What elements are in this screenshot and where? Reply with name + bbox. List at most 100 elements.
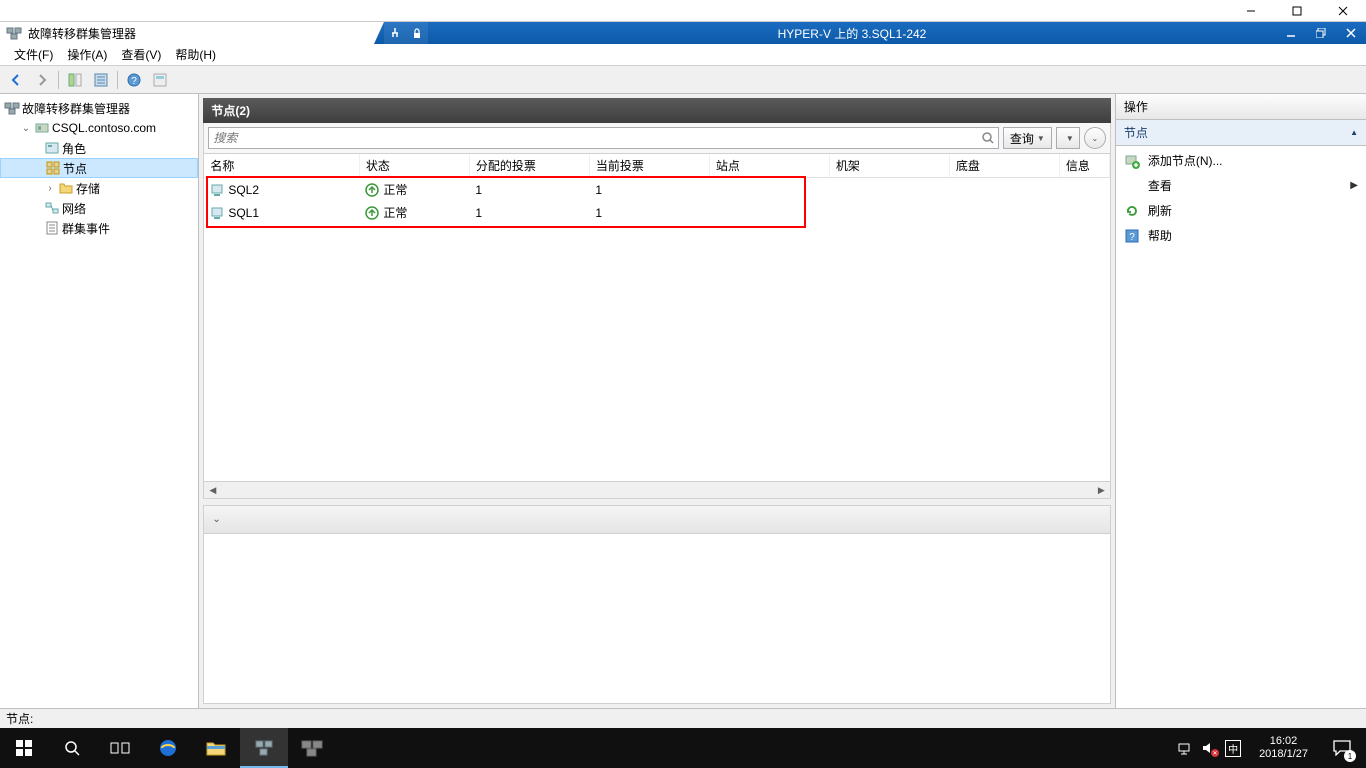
add-node-icon <box>1124 153 1140 169</box>
menu-file[interactable]: 文件(F) <box>8 44 59 65</box>
tree-cluster[interactable]: ⌄ CSQL.contoso.com <box>0 118 198 138</box>
table-row[interactable]: SQL2正常11 <box>204 178 1109 202</box>
query-button[interactable]: 查询▼ <box>1003 127 1052 149</box>
action-help-label: 帮助 <box>1148 227 1172 244</box>
col-current[interactable]: 当前投票 <box>589 154 709 178</box>
properties-button[interactable] <box>89 69 113 91</box>
tree-network-label: 网络 <box>62 200 86 217</box>
col-name[interactable]: 名称 <box>204 154 359 178</box>
nodes-table-wrap: 名称 状态 分配的投票 当前投票 站点 机架 底盘 信息 SQL2正常11SQL… <box>203 154 1111 499</box>
expand-icon[interactable]: › <box>44 183 56 194</box>
col-status[interactable]: 状态 <box>359 154 469 178</box>
col-assigned[interactable]: 分配的投票 <box>469 154 589 178</box>
details-header[interactable]: ⌄ <box>204 506 1110 534</box>
table-header-row: 名称 状态 分配的投票 当前投票 站点 机架 底盘 信息 <box>204 154 1109 178</box>
action-add-node-label: 添加节点(N)... <box>1148 152 1223 169</box>
parent-minimize-button[interactable] <box>1228 0 1274 22</box>
vm-title: HYPER-V 上的 3.SQL1-242 <box>428 25 1276 42</box>
menu-view[interactable]: 查看(V) <box>115 44 167 65</box>
clock-time: 16:02 <box>1259 735 1308 748</box>
taskbar-explorer[interactable] <box>192 728 240 768</box>
status-text: 正常 <box>383 181 407 198</box>
taskbar-clock[interactable]: 16:02 2018/1/27 <box>1249 735 1318 761</box>
lock-icon[interactable] <box>406 22 428 44</box>
help-button[interactable]: ? <box>122 69 146 91</box>
pin-icon[interactable] <box>384 22 406 44</box>
nav-back-button[interactable] <box>4 69 28 91</box>
parent-maximize-button[interactable] <box>1274 0 1320 22</box>
tree-root-label: 故障转移群集管理器 <box>22 100 130 117</box>
taskbar-ie[interactable] <box>144 728 192 768</box>
status-up-icon <box>365 183 379 197</box>
taskbar-server-manager[interactable] <box>288 728 336 768</box>
actions-pane: 操作 节点 ▲ 添加节点(N)... 查看 ▶ 刷新 ? 帮助 <box>1115 94 1366 708</box>
parent-close-button[interactable] <box>1320 0 1366 22</box>
menu-action[interactable]: 操作(A) <box>61 44 113 65</box>
system-tray[interactable]: ✕ 中 <box>1169 740 1249 757</box>
toolbar-extra-button[interactable] <box>148 69 172 91</box>
refresh-icon <box>1124 203 1140 219</box>
ime-indicator[interactable]: 中 <box>1225 740 1241 757</box>
tree-events-label: 群集事件 <box>62 220 110 237</box>
tree-storage[interactable]: › 存储 <box>0 178 198 198</box>
tree-events[interactable]: 群集事件 <box>0 218 198 238</box>
svg-text:?: ? <box>131 76 137 87</box>
app-title-left: 故障转移群集管理器 <box>0 22 384 44</box>
col-chassis[interactable]: 底盘 <box>949 154 1059 178</box>
col-rack[interactable]: 机架 <box>829 154 949 178</box>
tree-roles[interactable]: 角色 <box>0 138 198 158</box>
taskbar-cluster-manager[interactable] <box>240 728 288 768</box>
vm-restore-button[interactable] <box>1306 22 1336 44</box>
search-row: 查询▼ ▼ ⌄ <box>203 123 1111 154</box>
scroll-track[interactable] <box>221 482 1093 499</box>
query-button-label: 查询 <box>1010 130 1034 147</box>
tree-nodes-label: 节点 <box>63 160 87 177</box>
search-button[interactable] <box>48 728 96 768</box>
action-view[interactable]: 查看 ▶ <box>1116 173 1366 198</box>
show-hide-tree-button[interactable] <box>63 69 87 91</box>
start-button[interactable] <box>0 728 48 768</box>
node-name: SQL2 <box>228 183 259 197</box>
horizontal-scrollbar[interactable]: ◀ ▶ <box>204 481 1110 498</box>
tree-network[interactable]: 网络 <box>0 198 198 218</box>
app-title-text: 故障转移群集管理器 <box>28 25 136 42</box>
expand-icon[interactable]: ⌄ <box>20 123 32 134</box>
action-add-node[interactable]: 添加节点(N)... <box>1116 148 1366 173</box>
col-info[interactable]: 信息 <box>1059 154 1109 178</box>
current-vote: 1 <box>589 178 709 202</box>
menu-help[interactable]: 帮助(H) <box>169 44 222 65</box>
toolbar-separator <box>58 71 59 89</box>
current-vote: 1 <box>589 201 709 224</box>
action-center-button[interactable]: 1 <box>1318 728 1366 768</box>
vm-close-button[interactable] <box>1336 22 1366 44</box>
tree-root[interactable]: 故障转移群集管理器 <box>0 98 198 118</box>
tree-nodes[interactable]: 节点 <box>0 158 198 178</box>
node-icon <box>210 206 224 220</box>
action-refresh[interactable]: 刷新 <box>1116 198 1366 223</box>
node-name: SQL1 <box>228 206 259 220</box>
volume-tray-icon[interactable]: ✕ <box>1201 741 1217 755</box>
table-row[interactable]: SQL1正常11 <box>204 201 1109 224</box>
network-tray-icon[interactable] <box>1177 741 1193 755</box>
taskbar: ✕ 中 16:02 2018/1/27 1 <box>0 728 1366 768</box>
submenu-icon: ▶ <box>1350 180 1358 191</box>
dropdown-icon: ▼ <box>1037 134 1045 143</box>
menubar: 文件(F) 操作(A) 查看(V) 帮助(H) <box>0 44 1366 66</box>
clear-button[interactable]: ⌄ <box>1084 127 1106 149</box>
search-input[interactable] <box>208 127 999 149</box>
col-site[interactable]: 站点 <box>709 154 829 178</box>
clock-date: 2018/1/27 <box>1259 748 1308 761</box>
save-button[interactable]: ▼ <box>1056 127 1080 149</box>
scroll-right-icon[interactable]: ▶ <box>1093 482 1110 499</box>
folder-icon <box>58 180 74 196</box>
nav-forward-button[interactable] <box>30 69 54 91</box>
status-up-icon <box>365 206 379 220</box>
action-refresh-label: 刷新 <box>1148 202 1172 219</box>
actions-section[interactable]: 节点 ▲ <box>1116 120 1366 146</box>
actions-title: 操作 <box>1116 94 1366 120</box>
scroll-left-icon[interactable]: ◀ <box>204 482 221 499</box>
vm-minimize-button[interactable] <box>1276 22 1306 44</box>
task-view-button[interactable] <box>96 728 144 768</box>
action-help[interactable]: ? 帮助 <box>1116 223 1366 248</box>
notification-badge: 1 <box>1344 750 1356 762</box>
